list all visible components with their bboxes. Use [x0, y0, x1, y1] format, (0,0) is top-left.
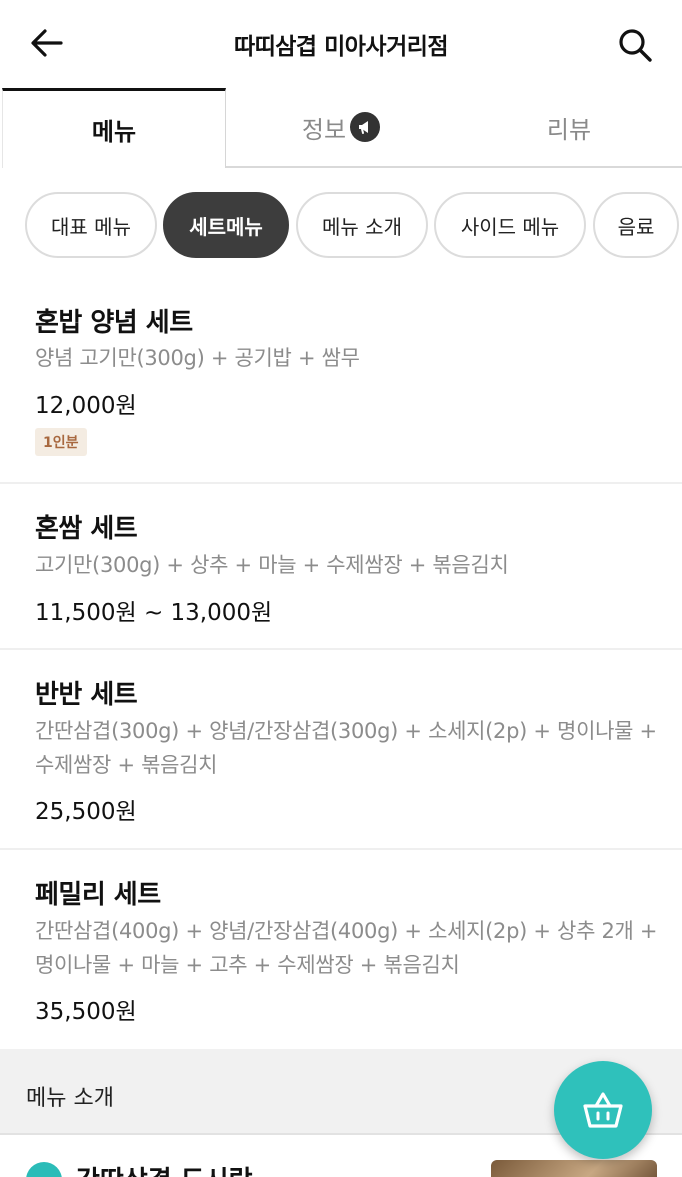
chip-side-menu[interactable]: 사이드 메뉴 — [434, 192, 586, 258]
search-button[interactable] — [612, 22, 658, 68]
menu-item[interactable]: 혼쌈 세트 고기만(300g) + 상추 + 마늘 + 수제쌈장 + 볶음김치 … — [0, 484, 682, 650]
chip-drinks[interactable]: 음료 — [593, 192, 679, 258]
tab-menu[interactable]: 메뉴 — [2, 88, 226, 168]
menu-item-photo — [491, 1160, 657, 1177]
tab-info-label: 정보 — [301, 115, 347, 144]
menu-item-description: 고기만(300g) + 상추 + 마늘 + 수제쌈장 + 볶음김치 — [35, 553, 509, 577]
menu-item-name: 혼쌈 세트 — [35, 514, 138, 544]
section-title: 메뉴 소개 — [26, 1086, 114, 1111]
menu-item-price: 12,000원 — [35, 393, 137, 419]
menu-item-price: 35,500원 — [35, 999, 137, 1025]
chip-menu-intro[interactable]: 메뉴 소개 — [296, 192, 428, 258]
tab-review[interactable]: 리뷰 — [456, 88, 682, 168]
menu-item-name: 반반 세트 — [35, 680, 138, 710]
tab-info[interactable]: 정보 — [226, 88, 456, 168]
serving-badge: 1인분 — [35, 428, 87, 456]
menu-item[interactable]: 반반 세트 간딴삼겹(300g) + 양념/간장삼겹(300g) + 소세지(2… — [0, 650, 682, 850]
search-icon — [619, 29, 652, 62]
menu-item-description: 양념 고기만(300g) + 공기밥 + 쌈무 — [35, 346, 360, 370]
category-chip-bar: 대표 메뉴 세트메뉴 메뉴 소개 사이드 메뉴 음료 — [0, 192, 682, 260]
store-logo-icon — [26, 1162, 62, 1177]
menu-item-price: 11,500원 ~ 13,000원 — [35, 600, 273, 626]
store-tabs: 메뉴 정보 리뷰 — [0, 88, 682, 168]
chip-set-menu[interactable]: 세트메뉴 — [163, 192, 289, 258]
menu-item-name: 페밀리 세트 — [35, 880, 161, 910]
tab-review-label: 리뷰 — [546, 115, 592, 144]
top-app-bar: 따띠삼겹 미아사거리점 — [0, 0, 682, 88]
menu-item[interactable]: 혼밥 양념 세트 양념 고기만(300g) + 공기밥 + 쌈무 12,000원… — [0, 282, 682, 484]
page-title: 따띠삼겹 미아사거리점 — [233, 34, 449, 60]
menu-item-name: 혼밥 양념 세트 — [35, 308, 193, 338]
menu-item-description: 간딴삼겹(300g) + 양념/간장삼겹(300g) + 소세지(2p) + 명… — [35, 719, 657, 777]
menu-item[interactable]: 페밀리 세트 간딴삼겹(400g) + 양념/간장삼겹(400g) + 소세지(… — [0, 850, 682, 1049]
menu-item-description: 간딴삼겹(400g) + 양념/간장삼겹(400g) + 소세지(2p) + 상… — [35, 919, 658, 977]
basket-icon — [583, 1092, 623, 1128]
menu-item-price: 25,500원 — [35, 799, 137, 825]
cart-button[interactable] — [554, 1061, 652, 1159]
menu-item-name: 간딴삼겹 도시락 — [76, 1160, 253, 1177]
tab-menu-label: 메뉴 — [91, 118, 137, 146]
chip-featured-menu[interactable]: 대표 메뉴 — [25, 192, 157, 258]
megaphone-icon — [350, 112, 381, 142]
